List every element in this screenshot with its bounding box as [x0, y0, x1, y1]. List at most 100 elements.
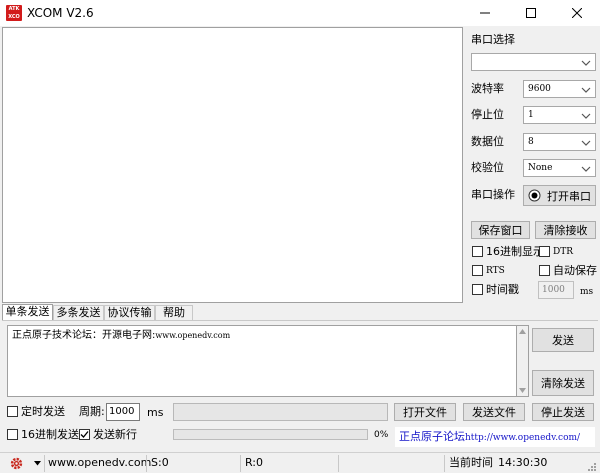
status-website[interactable]: www.openedv.com — [48, 456, 151, 470]
send-label: 发送 — [552, 334, 574, 347]
status-divider — [240, 455, 241, 472]
status-divider — [44, 455, 45, 472]
send-text-area[interactable]: 正点原子技术论坛：开源电子网:www.openedv.com — [7, 325, 517, 397]
stop-bits-combo[interactable]: 1 — [523, 106, 596, 124]
rts-label: RTS — [486, 266, 505, 276]
clear-receive-label: 清除接收 — [543, 224, 588, 237]
checkmark-icon — [80, 431, 89, 438]
send-progress-bar — [173, 429, 368, 440]
baud-rate-label: 波特率 — [471, 82, 504, 95]
tab-help[interactable]: 帮助 — [155, 305, 193, 321]
hex-send-label: 16进制发送 — [21, 428, 79, 441]
auto-save-label: 自动保存 — [553, 264, 597, 277]
send-newline-checkbox[interactable] — [79, 429, 90, 440]
resize-grip-icon[interactable] — [587, 462, 597, 472]
forum-link-url: http://www.openedv.com/ — [465, 433, 581, 443]
port-operation-label: 串口操作 — [471, 188, 515, 201]
status-received-count: R:0 — [245, 456, 264, 469]
file-path-field[interactable] — [173, 403, 388, 421]
send-file-label: 发送文件 — [472, 406, 516, 419]
chevron-down-icon — [581, 113, 591, 119]
parity-combo[interactable]: None — [523, 159, 596, 177]
caret-down-icon[interactable] — [34, 461, 41, 466]
save-window-label: 保存窗口 — [478, 224, 523, 237]
open-file-button[interactable]: 打开文件 — [394, 403, 456, 421]
status-divider — [338, 455, 339, 472]
dtr-checkbox[interactable] — [539, 246, 550, 257]
stop-bits-value: 1 — [528, 110, 534, 120]
period-label: 周期: — [79, 405, 105, 418]
data-bits-label: 数据位 — [471, 135, 504, 148]
open-port-button[interactable]: 打开串口 — [523, 185, 596, 206]
timestamp-interval-value: 1000 — [542, 285, 565, 295]
status-sent-count: S:0 — [151, 456, 169, 469]
window-title: XCOM V2.6 — [27, 6, 94, 20]
status-divider — [444, 455, 445, 472]
chevron-down-icon — [581, 60, 591, 66]
close-icon — [572, 8, 582, 18]
send-text-content: 正点原子技术论坛：开源电子网:www.openedv.com — [12, 330, 231, 341]
port-select-label: 串口选择 — [471, 33, 515, 46]
status-bar: www.openedv.com S:0 R:0 当前时间 14:30:30 — [0, 452, 600, 473]
timed-send-checkbox[interactable] — [7, 406, 18, 417]
tab-multi-send[interactable]: 多条发送 — [53, 305, 104, 321]
send-scrollbar[interactable] — [517, 325, 529, 397]
chevron-down-icon — [581, 87, 591, 93]
send-file-button[interactable]: 发送文件 — [463, 403, 525, 421]
auto-save-checkbox[interactable] — [539, 265, 550, 276]
maximize-button[interactable] — [508, 0, 554, 26]
scroll-up-arrow-icon — [519, 329, 526, 334]
radio-on-icon — [528, 189, 541, 202]
baud-rate-value: 9600 — [528, 84, 551, 94]
parity-value: None — [528, 163, 553, 173]
chevron-down-icon — [581, 140, 591, 146]
timed-send-label: 定时发送 — [21, 405, 65, 418]
rts-checkbox[interactable] — [472, 265, 483, 276]
timestamp-label: 时间戳 — [486, 283, 519, 296]
tab-single-send[interactable]: 单条发送 — [2, 304, 53, 321]
hex-send-checkbox[interactable] — [7, 429, 18, 440]
title-bar[interactable]: ATK XCOM XCOM V2.6 — [0, 0, 600, 28]
status-time-label: 当前时间 — [449, 456, 493, 469]
save-window-button[interactable]: 保存窗口 — [471, 221, 530, 239]
timestamp-unit-label: ms — [580, 287, 594, 297]
data-bits-combo[interactable]: 8 — [523, 133, 596, 151]
timestamp-interval-input[interactable]: 1000 — [538, 281, 574, 299]
hex-display-label: 16进制显示 — [486, 245, 544, 258]
period-value: 1000 — [109, 406, 135, 417]
port-select-combo[interactable] — [471, 53, 596, 71]
clear-receive-button[interactable]: 清除接收 — [535, 221, 596, 239]
data-bits-value: 8 — [528, 137, 534, 147]
forum-link[interactable]: 正点原子论坛http://www.openedv.com/ — [395, 427, 595, 447]
hex-display-checkbox[interactable] — [472, 246, 483, 257]
gear-icon[interactable] — [9, 456, 24, 471]
stop-send-button[interactable]: 停止发送 — [532, 403, 594, 421]
chevron-down-icon — [581, 166, 591, 172]
send-progress-text: 0% — [374, 430, 389, 440]
close-button[interactable] — [554, 0, 600, 26]
forum-link-cn: 正点原子论坛 — [399, 430, 465, 443]
status-time-value: 14:30:30 — [498, 456, 548, 469]
baud-rate-combo[interactable]: 9600 — [523, 80, 596, 98]
timestamp-checkbox[interactable] — [472, 284, 483, 295]
period-input[interactable]: 1000 — [106, 403, 140, 421]
app-logo-icon: ATK XCOM — [6, 5, 22, 28]
open-file-label: 打开文件 — [403, 406, 447, 419]
tab-protocol-transfer[interactable]: 协议传输 — [104, 305, 155, 321]
status-divider — [146, 455, 147, 472]
send-button[interactable]: 发送 — [532, 328, 594, 352]
send-newline-label: 发送新行 — [93, 428, 137, 441]
open-port-label: 打开串口 — [547, 189, 591, 203]
clear-send-label: 清除发送 — [541, 377, 585, 390]
stop-send-label: 停止发送 — [541, 406, 585, 419]
receive-text-area[interactable] — [2, 27, 463, 303]
scroll-down-arrow-icon — [519, 388, 526, 393]
stop-bits-label: 停止位 — [471, 108, 504, 121]
period-unit-label: ms — [147, 406, 164, 419]
clear-send-button[interactable]: 清除发送 — [532, 370, 594, 396]
maximize-icon — [526, 8, 536, 18]
minimize-icon — [480, 12, 490, 14]
parity-label: 校验位 — [471, 161, 504, 174]
dtr-label: DTR — [553, 247, 573, 257]
minimize-button[interactable] — [462, 0, 508, 26]
